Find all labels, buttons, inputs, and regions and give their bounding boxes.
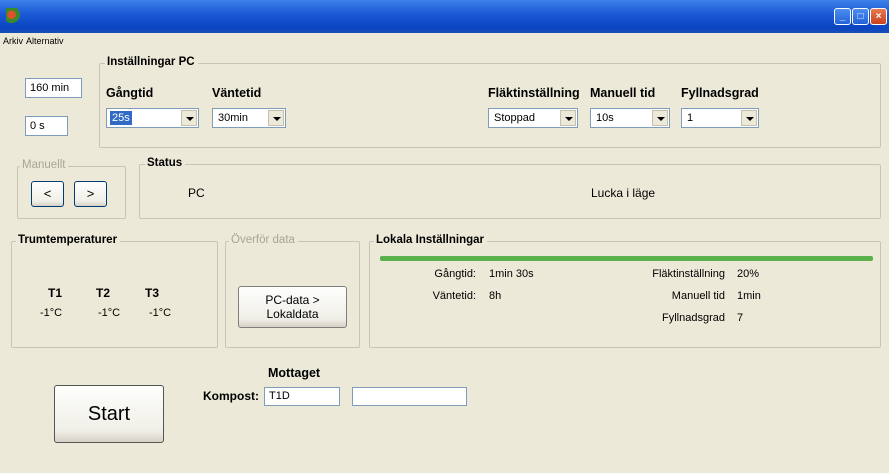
t1-value: -1°C: [40, 307, 63, 319]
lokal-fakt-label: Fläktinställning: [652, 268, 725, 280]
settings-pc-group: Inställningar PC: [99, 56, 881, 148]
overfor-title: Överför data: [229, 234, 298, 246]
pc-to-local-line2: Lokaldata: [266, 307, 319, 321]
lokal-manuell-value: 1min: [737, 290, 761, 302]
lokal-gangtid-value: 1min 30s: [489, 268, 534, 280]
lokal-fyllnad-label: Fyllnadsgrad: [662, 312, 725, 324]
chevron-down-icon[interactable]: [560, 110, 576, 126]
gangtid-value: 25s: [110, 111, 132, 125]
lokal-vantetid-label: Väntetid:: [432, 290, 476, 302]
vantetid-label: Väntetid: [212, 86, 262, 100]
chevron-down-icon[interactable]: [652, 110, 668, 126]
status-title: Status: [145, 157, 186, 169]
progress-fill: [380, 256, 873, 261]
status-lucka: Lucka i läge: [591, 186, 656, 200]
vantetid-value: 30min: [218, 112, 248, 124]
close-button[interactable]: ×: [870, 8, 887, 25]
trum-title: Trumtemperaturer: [16, 234, 121, 246]
pc-to-local-button[interactable]: PC-data > Lokaldata: [238, 286, 347, 328]
fakt-select[interactable]: Stoppad: [488, 108, 578, 128]
start-button[interactable]: Start: [54, 385, 164, 443]
manuell-tid-select[interactable]: 10s: [590, 108, 670, 128]
fakt-label: Fläktinställning: [488, 86, 580, 100]
kompost-field[interactable]: T1D: [264, 387, 340, 406]
t2-value: -1°C: [98, 307, 121, 319]
app-icon: [6, 8, 20, 23]
kompost-label: Kompost:: [203, 389, 259, 403]
t3-label: T3: [145, 286, 160, 300]
maximize-button[interactable]: □: [852, 8, 869, 25]
chevron-down-icon[interactable]: [181, 110, 197, 126]
menu-arkiv[interactable]: Arkiv: [3, 36, 23, 46]
lokal-manuell-label: Manuell tid: [671, 290, 725, 302]
fyllnadsgrad-select[interactable]: 1: [681, 108, 759, 128]
kompost-extra-field[interactable]: [352, 387, 467, 406]
manual-left-button[interactable]: <: [31, 181, 64, 207]
lokal-fyllnad-value: 7: [737, 312, 744, 324]
gangtid-label: Gångtid: [106, 86, 154, 100]
lokal-vantetid-value: 8h: [489, 290, 502, 302]
minimize-button[interactable]: _: [834, 8, 851, 25]
gangtid-select[interactable]: 25s: [106, 108, 199, 128]
manuell-tid-label: Manuell tid: [590, 86, 656, 100]
mottaget-header: Mottaget: [268, 366, 321, 380]
menu-alternativ[interactable]: Alternativ: [26, 36, 64, 46]
total-time-field[interactable]: 160 min: [25, 78, 82, 98]
lokal-fakt-value: 20%: [737, 268, 760, 280]
vantetid-select[interactable]: 30min: [212, 108, 286, 128]
t2-label: T2: [96, 286, 111, 300]
fyllnadsgrad-label: Fyllnadsgrad: [681, 86, 759, 100]
progress-bar: [380, 256, 873, 261]
t3-value: -1°C: [149, 307, 172, 319]
pc-to-local-line1: PC-data >: [265, 293, 320, 307]
manual-right-button[interactable]: >: [74, 181, 107, 207]
status-pc: PC: [188, 186, 205, 200]
lokal-gangtid-label: Gångtid:: [434, 268, 476, 280]
lokala-title: Lokala Inställningar: [374, 234, 487, 246]
trum-group: Trumtemperaturer: [11, 234, 218, 348]
fakt-value: Stoppad: [494, 112, 535, 124]
manuell-tid-value: 10s: [596, 112, 614, 124]
fyllnadsgrad-value: 1: [687, 112, 694, 124]
chevron-down-icon[interactable]: [741, 110, 757, 126]
chevron-down-icon[interactable]: [268, 110, 284, 126]
menu-bar: [0, 33, 889, 47]
title-bar: [0, 0, 889, 33]
t1-label: T1: [48, 286, 63, 300]
settings-pc-title: Inställningar PC: [105, 56, 198, 68]
elapsed-time-field[interactable]: 0 s: [25, 116, 68, 136]
status-group: Status: [139, 157, 881, 219]
manuellt-title: Manuellt: [20, 159, 69, 171]
